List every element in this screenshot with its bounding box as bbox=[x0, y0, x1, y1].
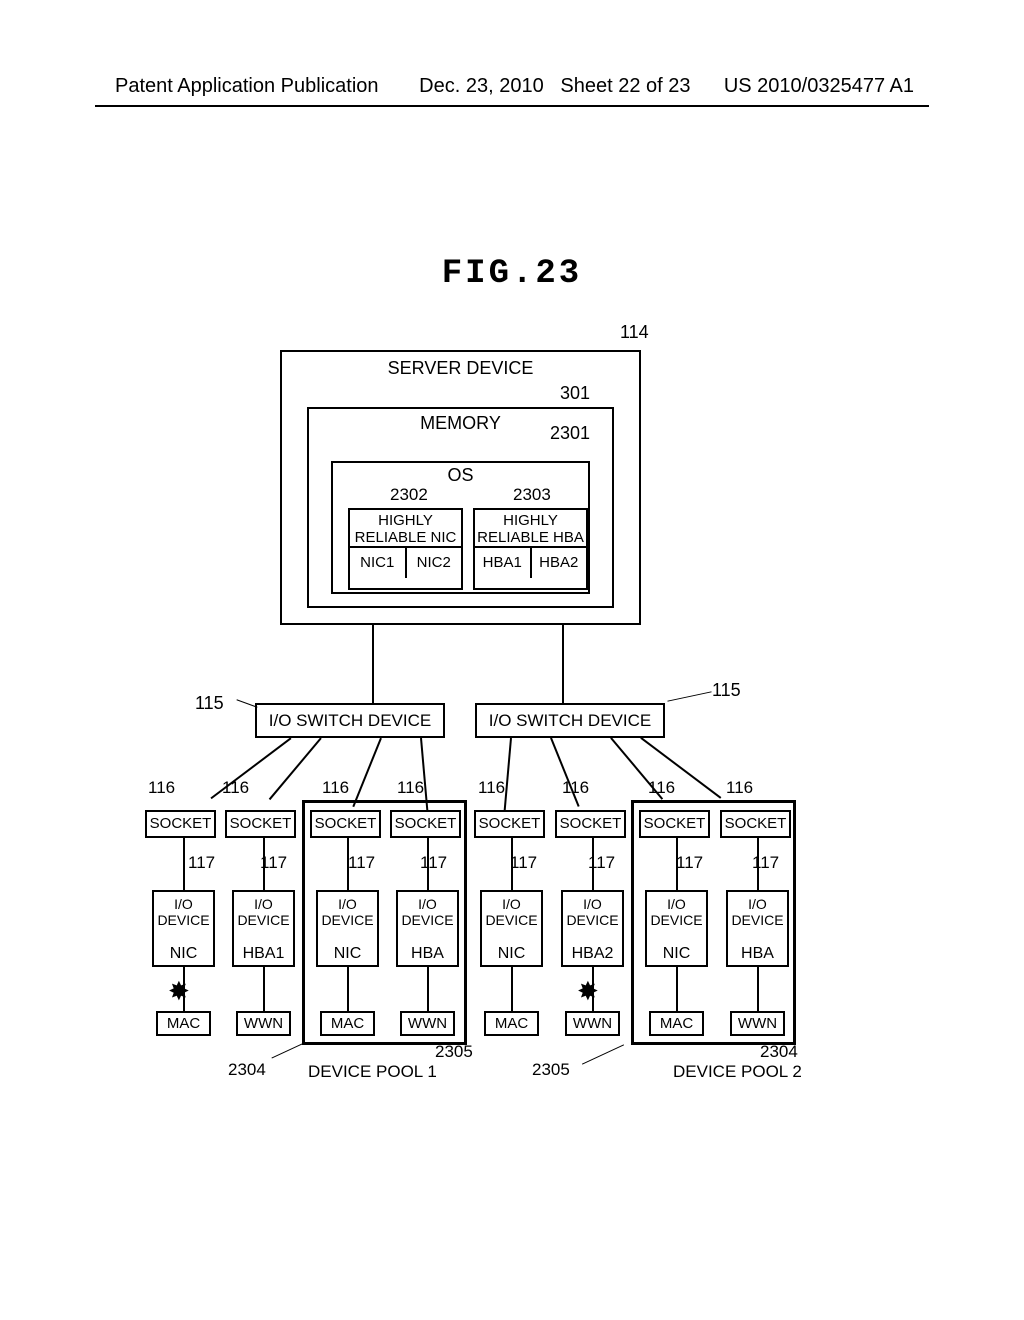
io-type-8: HBA bbox=[728, 946, 787, 962]
ref-116-3: 116 bbox=[322, 778, 349, 798]
highly-reliable-hba-box: HIGHLYRELIABLE HBA HBA1 HBA2 bbox=[473, 508, 588, 590]
io-device-8: I/ODEVICEHBA bbox=[726, 890, 789, 967]
iw-7 bbox=[676, 967, 678, 1011]
lead-2304-left bbox=[271, 1042, 304, 1058]
ref-2305-right: 2305 bbox=[532, 1060, 570, 1080]
io-device-3: I/ODEVICENIC bbox=[316, 890, 379, 967]
io-type-5: NIC bbox=[482, 946, 541, 962]
page-header: Patent Application Publication Dec. 23, … bbox=[0, 75, 1024, 98]
ref-116-5: 116 bbox=[478, 778, 505, 798]
io-device-7: I/ODEVICENIC bbox=[645, 890, 708, 967]
ref-2302: 2302 bbox=[390, 485, 428, 505]
socket-2: SOCKET bbox=[225, 810, 296, 838]
socket-5: SOCKET bbox=[474, 810, 545, 838]
fault-icon-2: ✸ bbox=[577, 978, 599, 1004]
pool-2-label: DEVICE POOL 2 bbox=[673, 1062, 802, 1082]
conn-server-sw1 bbox=[372, 625, 374, 703]
iw-4 bbox=[427, 967, 429, 1011]
ref-117-6: 117 bbox=[588, 853, 615, 873]
addr-6: WWN bbox=[565, 1011, 620, 1036]
highly-reliable-nic-box: HIGHLYRELIABLE NIC NIC1 NIC2 bbox=[348, 508, 463, 590]
addr-1: MAC bbox=[156, 1011, 211, 1036]
pub-num: US 2010/0325477 A1 bbox=[724, 75, 914, 97]
io-device-4: I/ODEVICEHBA bbox=[396, 890, 459, 967]
ref-117-5: 117 bbox=[510, 853, 537, 873]
io-switch-2: I/O SWITCH DEVICE bbox=[475, 703, 665, 738]
lead-115r bbox=[667, 691, 711, 701]
io-switch-1: I/O SWITCH DEVICE bbox=[255, 703, 445, 738]
ref-2301: 2301 bbox=[550, 423, 590, 444]
fan-5 bbox=[504, 738, 512, 811]
os-label: OS bbox=[333, 465, 588, 486]
addr-4: WWN bbox=[400, 1011, 455, 1036]
io-type-3: NIC bbox=[318, 946, 377, 962]
ref-115-left: 115 bbox=[195, 693, 224, 714]
header-right: Dec. 23, 2010 Sheet 22 of 23 US 2010/032… bbox=[419, 75, 914, 98]
io-device-2: I/ODEVICEHBA1 bbox=[232, 890, 295, 967]
hr-hba-label: HIGHLYRELIABLE HBA bbox=[475, 510, 586, 546]
conn-server-sw2 bbox=[562, 625, 564, 703]
socket-1: SOCKET bbox=[145, 810, 216, 838]
addr-3: MAC bbox=[320, 1011, 375, 1036]
pub-date: Dec. 23, 2010 bbox=[419, 75, 544, 97]
server-label: SERVER DEVICE bbox=[282, 358, 639, 379]
io-device-1: I/ODEVICENIC bbox=[152, 890, 215, 967]
hba1-cell: HBA1 bbox=[475, 548, 532, 578]
addr-2: WWN bbox=[236, 1011, 291, 1036]
figure-title: FIG.23 bbox=[0, 255, 1024, 293]
io-type-1: NIC bbox=[154, 946, 213, 962]
io-type-2: HBA1 bbox=[234, 946, 293, 962]
os-box: OS 2302 2303 HIGHLYRELIABLE NIC NIC1 NIC… bbox=[331, 461, 590, 594]
ref-116-1: 116 bbox=[148, 778, 175, 798]
io-device-6: I/ODEVICEHBA2 bbox=[561, 890, 624, 967]
ref-116-4: 116 bbox=[397, 778, 424, 798]
addr-5: MAC bbox=[484, 1011, 539, 1036]
ref-117-1: 117 bbox=[188, 853, 215, 873]
io-type-4: HBA bbox=[398, 946, 457, 962]
ref-114: 114 bbox=[620, 322, 649, 343]
iw-2 bbox=[263, 967, 265, 1011]
nic2-cell: NIC2 bbox=[407, 548, 462, 578]
hr-nic-label: HIGHLYRELIABLE NIC bbox=[350, 510, 461, 546]
nic1-cell: NIC1 bbox=[350, 548, 407, 578]
ref-117-2: 117 bbox=[260, 853, 287, 873]
ref-2304-left: 2304 bbox=[228, 1060, 266, 1080]
io-type-7: NIC bbox=[647, 946, 706, 962]
iw-8 bbox=[757, 967, 759, 1011]
addr-7: MAC bbox=[649, 1011, 704, 1036]
socket-6: SOCKET bbox=[555, 810, 626, 838]
io-type-6: HBA2 bbox=[563, 946, 622, 962]
ref-116-8: 116 bbox=[726, 778, 753, 798]
addr-8: WWN bbox=[730, 1011, 785, 1036]
pool-1-label: DEVICE POOL 1 bbox=[308, 1062, 437, 1082]
ref-301: 301 bbox=[560, 383, 590, 404]
pub-type: Patent Application Publication bbox=[115, 75, 379, 98]
ref-2305-left: 2305 bbox=[435, 1042, 473, 1062]
ref-116-7: 116 bbox=[648, 778, 675, 798]
io-device-5: I/ODEVICENIC bbox=[480, 890, 543, 967]
ref-116-2: 116 bbox=[222, 778, 249, 798]
si-1 bbox=[183, 838, 185, 890]
ref-116-6: 116 bbox=[562, 778, 589, 798]
iw-5 bbox=[511, 967, 513, 1011]
sheet-num: Sheet 22 of 23 bbox=[560, 75, 690, 97]
fault-icon-1: ✸ bbox=[168, 978, 190, 1004]
header-rule bbox=[95, 105, 929, 107]
iw-3 bbox=[347, 967, 349, 1011]
fan-3 bbox=[352, 738, 381, 807]
ref-2303: 2303 bbox=[513, 485, 551, 505]
hba2-cell: HBA2 bbox=[532, 548, 587, 578]
ref-2304-right: 2304 bbox=[760, 1042, 798, 1062]
lead-2305-right bbox=[582, 1044, 624, 1064]
ref-115-right: 115 bbox=[712, 680, 741, 701]
